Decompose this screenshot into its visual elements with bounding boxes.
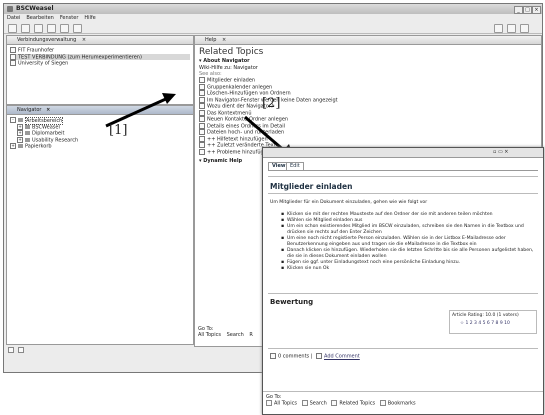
annotation-label-1: [1] <box>109 123 128 138</box>
wiki-steps: Klicken sie mit der rechten Mausteste au… <box>277 212 539 272</box>
add-comment-link[interactable]: Add Comment <box>324 354 360 360</box>
bookmarks-icon <box>379 400 386 406</box>
search-icon <box>301 400 308 406</box>
step-item: Danach klicken sie hinzufügen. Wiederhol… <box>277 248 539 260</box>
add-comment-icon <box>316 353 322 359</box>
step-item: Um ein schon existierendes Mitglied im B… <box>277 224 539 236</box>
rating-scale[interactable]: ☆ 1 2 3 4 5 6 7 8 9 10 <box>450 321 536 327</box>
step-item: Um eine noch nicht registierte Person ei… <box>277 236 539 248</box>
wiki-intro: Um Mitglieder für ein Dokument einzulade… <box>270 200 428 205</box>
related-topics-link[interactable]: Related Topics <box>339 401 375 407</box>
window-controls[interactable]: ▫ ▭ × <box>493 149 508 155</box>
comments-row: 0 comments | Add Comment <box>270 353 360 360</box>
wiki-footer: Go To: All Topics Search Related Topics … <box>266 394 466 407</box>
annotation-label-2: [2] <box>262 96 281 111</box>
wiki-heading: Mitglieder einladen <box>270 182 353 191</box>
search-link[interactable]: Search <box>310 401 327 407</box>
all-topics-link[interactable]: All Topics <box>274 401 297 407</box>
comment-count: 0 comments | <box>278 353 313 360</box>
wiki-tabs: View Edit <box>268 162 538 171</box>
wiki-titlebar: ▫ ▭ × <box>263 148 543 158</box>
step-item: Klicken sie nun Ok <box>277 266 539 272</box>
tab-edit[interactable]: Edit <box>286 162 304 170</box>
comment-icon <box>270 353 276 359</box>
all-topics-icon <box>266 400 272 406</box>
rating-box: Article Rating: 10.0 (1 voters) ☆ 1 2 3 … <box>449 310 537 334</box>
rating-text: Article Rating: 10.0 (1 voters) <box>452 313 519 318</box>
arrow-1 <box>105 96 169 128</box>
related-topics-icon <box>331 400 338 406</box>
wiki-window: ▫ ▭ × View Edit Mitglieder einladen Um M… <box>262 147 544 415</box>
bookmarks-link[interactable]: Bookmarks <box>388 401 416 407</box>
rating-header: Bewertung <box>270 298 314 306</box>
